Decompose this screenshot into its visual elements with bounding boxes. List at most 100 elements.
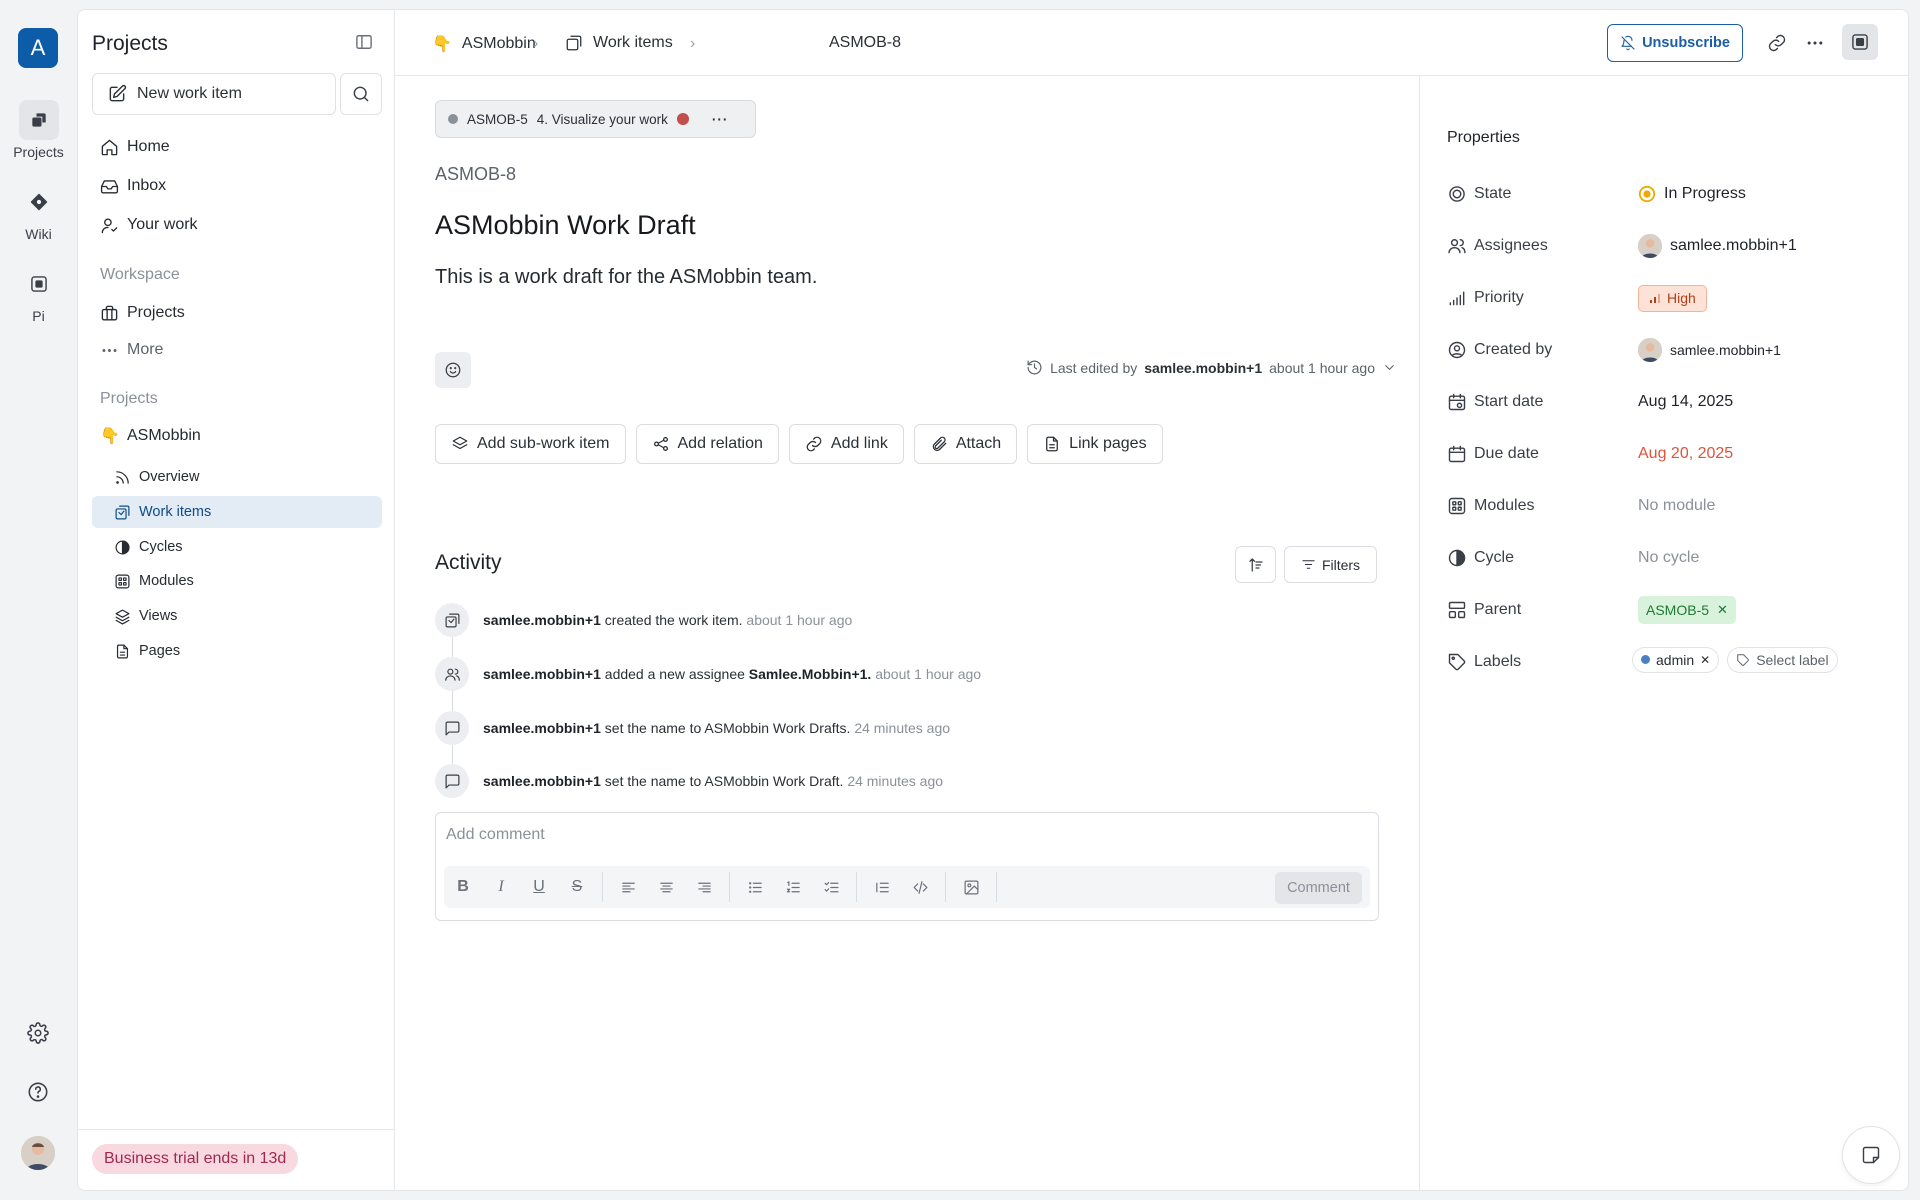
quote-icon[interactable]	[863, 868, 901, 906]
pi-icon	[30, 276, 47, 292]
last-edited-info[interactable]: Last edited by samlee.mobbin+1 about 1 h…	[1026, 359, 1397, 376]
filters-button[interactable]: Filters	[1284, 546, 1377, 583]
remove-parent-icon[interactable]: ✕	[1717, 602, 1728, 618]
underline-icon[interactable]: U	[520, 868, 558, 906]
reaction-button[interactable]	[435, 352, 471, 388]
project-item-pages[interactable]: Pages	[92, 635, 382, 667]
toolbar-divider	[945, 872, 946, 902]
work-item-title[interactable]: ASMobbin Work Draft	[435, 210, 696, 241]
unsubscribe-button[interactable]: Unsubscribe	[1607, 24, 1743, 62]
peek-view-toggle[interactable]	[1842, 24, 1878, 60]
parent-work-item[interactable]: ASMOB-5 4. Visualize your work ···	[435, 100, 756, 138]
work-items-icon	[115, 505, 130, 519]
rail-item-wiki[interactable]: Wiki	[0, 182, 77, 242]
new-work-item-button[interactable]: New work item	[92, 73, 336, 115]
breadcrumb-label: ASMobbin	[461, 35, 536, 52]
strikethrough-icon[interactable]: S	[558, 868, 596, 906]
history-icon	[1027, 360, 1042, 375]
work-item-detail: ASMOB-5 4. Visualize your work ··· ASMOB…	[395, 76, 1419, 1190]
sidebar-toggle-icon[interactable]	[354, 32, 374, 52]
breadcrumb-work-items[interactable]: Work items	[565, 34, 673, 52]
project-asmobbin[interactable]: 👇 ASMobbin	[92, 421, 201, 451]
modules-icon	[1448, 497, 1466, 515]
align-center-icon[interactable]	[647, 868, 685, 906]
attach-button[interactable]: Attach	[913, 424, 1018, 464]
workspace-avatar[interactable]: A	[18, 28, 58, 68]
remove-label-icon[interactable]: ✕	[1700, 653, 1710, 667]
search-button[interactable]	[340, 73, 382, 115]
sticky-note-button[interactable]	[1842, 1126, 1900, 1184]
work-item-id: ASMOB-8	[435, 164, 517, 184]
nav-label: Home	[127, 138, 170, 155]
breadcrumb-current: ASMOB-8	[829, 34, 901, 52]
code-icon[interactable]	[901, 868, 939, 906]
priority-dropdown[interactable]: High	[1638, 284, 1707, 312]
comment-submit-button[interactable]: Comment	[1275, 872, 1362, 904]
more-options-icon[interactable]	[1805, 33, 1825, 53]
activity-user[interactable]: samlee.mobbin+1	[483, 612, 601, 628]
project-item-modules[interactable]: Modules	[92, 565, 382, 597]
sidebar: Projects New work item Home Inbox Your w…	[78, 10, 395, 1190]
nav-home[interactable]: Home	[92, 132, 170, 162]
activity-user[interactable]: samlee.mobbin+1	[483, 773, 601, 789]
checklist-icon[interactable]	[812, 868, 850, 906]
project-item-overview[interactable]: Overview	[92, 461, 382, 493]
property-cycle: Cycle No cycle	[1447, 543, 1887, 573]
numbered-list-icon[interactable]	[774, 868, 812, 906]
property-label: Modules	[1474, 497, 1535, 514]
link-icon[interactable]	[1767, 33, 1787, 53]
nav-workspace-projects[interactable]: Projects	[92, 298, 185, 328]
projects-heading: Projects	[100, 390, 158, 407]
sort-button[interactable]	[1235, 546, 1276, 583]
paperclip-icon	[932, 436, 947, 451]
align-left-icon[interactable]	[609, 868, 647, 906]
activity-text: set the name to ASMobbin Work Draft.	[604, 773, 844, 789]
bold-icon[interactable]: B	[444, 868, 482, 906]
label-chip-admin[interactable]: admin ✕	[1632, 646, 1720, 673]
rail-item-projects[interactable]: Projects	[0, 100, 77, 160]
activity-user[interactable]: samlee.mobbin+1	[483, 666, 601, 682]
user-circle-icon	[1448, 341, 1466, 359]
cycle-dropdown[interactable]: No cycle	[1638, 549, 1699, 567]
work-item-description[interactable]: This is a work draft for the ASMobbin te…	[435, 266, 817, 289]
align-right-icon[interactable]	[685, 868, 723, 906]
add-link-button[interactable]: Add link	[788, 424, 904, 464]
due-date-picker[interactable]: Aug 20, 2025	[1638, 445, 1733, 463]
settings-icon[interactable]	[18, 1013, 58, 1053]
add-sub-work-item-button[interactable]: Add sub-work item	[435, 424, 626, 464]
activity-user[interactable]: samlee.mobbin+1	[483, 720, 601, 736]
start-date-picker[interactable]: Aug 14, 2025	[1638, 393, 1733, 411]
parent-id: ASMOB-5	[467, 111, 528, 127]
nav-inbox[interactable]: Inbox	[92, 171, 166, 201]
nav-your-work[interactable]: Your work	[92, 210, 198, 240]
add-relation-button[interactable]: Add relation	[635, 424, 779, 464]
bullet-list-icon[interactable]	[736, 868, 774, 906]
parent-more-icon[interactable]: ···	[712, 112, 729, 127]
briefcase-icon	[101, 305, 118, 321]
project-item-work-items[interactable]: Work items	[92, 496, 382, 528]
italic-icon[interactable]: I	[482, 868, 520, 906]
state-icon	[1449, 186, 1465, 202]
link-pages-button[interactable]: Link pages	[1027, 424, 1163, 464]
user-avatar[interactable]	[21, 1136, 55, 1170]
projects-icon	[31, 113, 46, 127]
project-item-views[interactable]: Views	[92, 600, 382, 632]
state-dot	[448, 114, 458, 124]
help-icon[interactable]	[18, 1072, 58, 1112]
property-modules: Modules No module	[1447, 491, 1887, 521]
state-dropdown[interactable]: In Progress	[1638, 185, 1746, 203]
comment-editor[interactable]: Add comment B I U S Comment	[435, 812, 1379, 921]
rail-item-pi[interactable]: Pi	[0, 264, 77, 324]
sidebar-divider	[78, 1129, 395, 1130]
nav-label: Projects	[127, 304, 185, 321]
activity-entry: samlee.mobbin+1 created the work item. a…	[435, 603, 852, 637]
image-icon[interactable]	[952, 868, 990, 906]
select-label-button[interactable]: Select label	[1727, 646, 1838, 673]
assignees-dropdown[interactable]: samlee.mobbin+1	[1638, 234, 1797, 258]
parent-dropdown[interactable]: ASMOB-5 ✕	[1638, 596, 1736, 624]
breadcrumb-project[interactable]: 👇 ASMobbin	[432, 34, 536, 54]
project-item-cycles[interactable]: Cycles	[92, 531, 382, 563]
nav-more[interactable]: More	[92, 335, 163, 365]
modules-dropdown[interactable]: No module	[1638, 497, 1715, 515]
trial-badge[interactable]: Business trial ends in 13d	[92, 1144, 299, 1174]
